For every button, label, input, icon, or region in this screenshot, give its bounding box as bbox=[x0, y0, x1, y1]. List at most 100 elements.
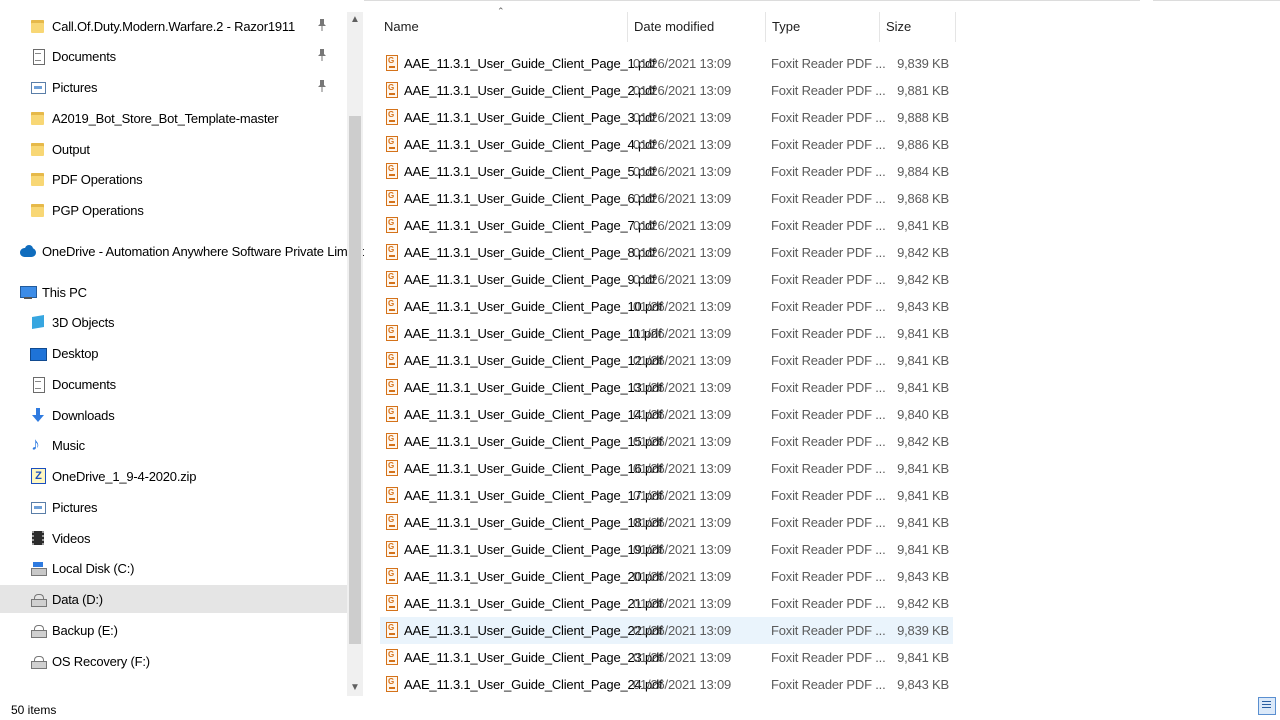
file-row[interactable]: AAE_11.3.1_User_Guide_Client_Page_8.pdf0… bbox=[380, 239, 953, 266]
file-size: 9,842 KB bbox=[897, 596, 949, 611]
nav-item-3[interactable]: A2019_Bot_Store_Bot_Template-master bbox=[0, 104, 347, 132]
file-size: 9,841 KB bbox=[897, 218, 949, 233]
nav-item-0[interactable]: Call.Of.Duty.Modern.Warfare.2 - Razor191… bbox=[0, 12, 347, 40]
nav-item-5[interactable]: PDF Operations bbox=[0, 165, 347, 193]
file-row[interactable]: AAE_11.3.1_User_Guide_Client_Page_18.pdf… bbox=[380, 509, 953, 536]
file-type: Foxit Reader PDF ... bbox=[771, 407, 886, 422]
file-date-modified: 01/26/2021 13:09 bbox=[633, 677, 732, 692]
file-type: Foxit Reader PDF ... bbox=[771, 191, 886, 206]
nav-item-7[interactable]: OneDrive - Automation Anywhere Software … bbox=[0, 237, 364, 265]
file-row[interactable]: AAE_11.3.1_User_Guide_Client_Page_14.pdf… bbox=[380, 401, 953, 428]
nav-item-label: Local Disk (C:) bbox=[52, 560, 135, 576]
file-row[interactable]: AAE_11.3.1_User_Guide_Client_Page_20.pdf… bbox=[380, 563, 953, 590]
file-row[interactable]: AAE_11.3.1_User_Guide_Client_Page_17.pdf… bbox=[380, 482, 953, 509]
column-header-date-label: Date modified bbox=[634, 19, 715, 34]
nav-item-label: OneDrive_1_9-4-2020.zip bbox=[52, 468, 197, 484]
nav-item-label: Output bbox=[52, 141, 90, 157]
scroll-up-icon[interactable]: ▲ bbox=[347, 12, 363, 28]
nav-item-15[interactable]: Pictures bbox=[0, 493, 347, 521]
column-header-size[interactable]: Size bbox=[880, 12, 956, 42]
column-header-type[interactable]: Type bbox=[766, 12, 880, 42]
pictures-icon bbox=[30, 499, 46, 515]
nav-item-label: This PC bbox=[42, 284, 87, 300]
nav-scrollbar[interactable]: ▲ ▼ bbox=[347, 12, 363, 696]
file-row[interactable]: AAE_11.3.1_User_Guide_Client_Page_10.pdf… bbox=[380, 293, 953, 320]
file-type: Foxit Reader PDF ... bbox=[771, 83, 886, 98]
nav-item-1[interactable]: Documents bbox=[0, 42, 347, 70]
pin-icon[interactable] bbox=[317, 49, 327, 64]
column-header-type-label: Type bbox=[772, 19, 801, 34]
file-row[interactable]: AAE_11.3.1_User_Guide_Client_Page_1.pdf0… bbox=[380, 50, 953, 77]
pdf-file-icon bbox=[386, 325, 398, 341]
nav-item-9[interactable]: 3D Objects bbox=[0, 308, 347, 336]
file-row[interactable]: AAE_11.3.1_User_Guide_Client_Page_11.pdf… bbox=[380, 320, 953, 347]
nav-item-2[interactable]: Pictures bbox=[0, 73, 347, 101]
file-name: AAE_11.3.1_User_Guide_Client_Page_12.pdf bbox=[404, 353, 663, 368]
nav-item-12[interactable]: Downloads bbox=[0, 401, 347, 429]
nav-item-19[interactable]: Backup (E:) bbox=[0, 616, 347, 644]
file-type: Foxit Reader PDF ... bbox=[771, 650, 886, 665]
file-date-modified: 01/26/2021 13:09 bbox=[633, 299, 732, 314]
nav-item-18[interactable]: Data (D:) bbox=[0, 585, 347, 613]
file-name: AAE_11.3.1_User_Guide_Client_Page_19.pdf bbox=[404, 542, 663, 557]
file-type: Foxit Reader PDF ... bbox=[771, 353, 886, 368]
file-row[interactable]: AAE_11.3.1_User_Guide_Client_Page_4.pdf0… bbox=[380, 131, 953, 158]
file-name: AAE_11.3.1_User_Guide_Client_Page_1.pdf bbox=[404, 56, 656, 71]
file-row[interactable]: AAE_11.3.1_User_Guide_Client_Page_19.pdf… bbox=[380, 536, 953, 563]
pin-icon[interactable] bbox=[317, 80, 327, 95]
local-disk-icon bbox=[30, 560, 47, 576]
nav-item-label: Backup (E:) bbox=[52, 622, 118, 638]
file-row[interactable]: AAE_11.3.1_User_Guide_Client_Page_6.pdf0… bbox=[380, 185, 953, 212]
file-date-modified: 01/26/2021 13:09 bbox=[633, 380, 732, 395]
3d-objects-icon bbox=[30, 314, 46, 330]
file-row[interactable]: AAE_11.3.1_User_Guide_Client_Page_2.pdf0… bbox=[380, 77, 953, 104]
scroll-down-icon[interactable]: ▼ bbox=[347, 680, 363, 696]
file-row[interactable]: AAE_11.3.1_User_Guide_Client_Page_23.pdf… bbox=[380, 644, 953, 671]
navigation-pane[interactable]: Call.Of.Duty.Modern.Warfare.2 - Razor191… bbox=[0, 0, 364, 700]
file-row[interactable]: AAE_11.3.1_User_Guide_Client_Page_22.pdf… bbox=[380, 617, 953, 644]
file-name: AAE_11.3.1_User_Guide_Client_Page_9.pdf bbox=[404, 272, 656, 287]
onedrive-icon bbox=[20, 243, 36, 259]
file-row[interactable]: AAE_11.3.1_User_Guide_Client_Page_12.pdf… bbox=[380, 347, 953, 374]
nav-item-13[interactable]: Music bbox=[0, 431, 347, 459]
pdf-file-icon bbox=[386, 487, 398, 503]
file-row[interactable]: AAE_11.3.1_User_Guide_Client_Page_5.pdf0… bbox=[380, 158, 953, 185]
file-size: 9,841 KB bbox=[897, 380, 949, 395]
file-row[interactable]: AAE_11.3.1_User_Guide_Client_Page_7.pdf0… bbox=[380, 212, 953, 239]
file-date-modified: 01/26/2021 13:09 bbox=[633, 56, 732, 71]
details-view-icon[interactable] bbox=[1258, 697, 1276, 715]
column-header-date[interactable]: Date modified bbox=[628, 12, 766, 42]
desktop-icon bbox=[30, 345, 47, 361]
nav-item-8[interactable]: This PC bbox=[0, 278, 347, 306]
file-row[interactable]: AAE_11.3.1_User_Guide_Client_Page_9.pdf0… bbox=[380, 266, 953, 293]
file-row[interactable]: AAE_11.3.1_User_Guide_Client_Page_16.pdf… bbox=[380, 455, 953, 482]
file-date-modified: 01/26/2021 13:09 bbox=[633, 110, 732, 125]
file-row[interactable]: AAE_11.3.1_User_Guide_Client_Page_15.pdf… bbox=[380, 428, 953, 455]
zip-icon bbox=[30, 468, 46, 484]
pdf-file-icon bbox=[386, 136, 398, 152]
nav-item-14[interactable]: OneDrive_1_9-4-2020.zip bbox=[0, 462, 347, 490]
nav-item-6[interactable]: PGP Operations bbox=[0, 196, 347, 224]
file-row[interactable]: AAE_11.3.1_User_Guide_Client_Page_13.pdf… bbox=[380, 374, 953, 401]
nav-item-label: Pictures bbox=[52, 499, 98, 515]
file-row[interactable]: AAE_11.3.1_User_Guide_Client_Page_3.pdf0… bbox=[380, 104, 953, 131]
nav-item-16[interactable]: Videos bbox=[0, 524, 347, 552]
pdf-file-icon bbox=[386, 622, 398, 638]
file-date-modified: 01/26/2021 13:09 bbox=[633, 542, 732, 557]
nav-item-label: Documents bbox=[52, 376, 116, 392]
file-row[interactable]: AAE_11.3.1_User_Guide_Client_Page_24.pdf… bbox=[380, 671, 953, 698]
nav-item-4[interactable]: Output bbox=[0, 135, 347, 163]
file-date-modified: 01/26/2021 13:09 bbox=[633, 623, 732, 638]
pdf-file-icon bbox=[386, 406, 398, 422]
file-name: AAE_11.3.1_User_Guide_Client_Page_16.pdf bbox=[404, 461, 663, 476]
sort-ascending-icon: ⌃ bbox=[497, 6, 505, 16]
nav-item-17[interactable]: Local Disk (C:) bbox=[0, 554, 347, 582]
nav-item-20[interactable]: OS Recovery (F:) bbox=[0, 647, 347, 675]
file-row[interactable]: AAE_11.3.1_User_Guide_Client_Page_21.pdf… bbox=[380, 590, 953, 617]
scroll-thumb[interactable] bbox=[349, 116, 361, 644]
pin-icon[interactable] bbox=[317, 19, 327, 34]
file-name: AAE_11.3.1_User_Guide_Client_Page_17.pdf bbox=[404, 488, 663, 503]
file-name: AAE_11.3.1_User_Guide_Client_Page_10.pdf bbox=[404, 299, 663, 314]
nav-item-10[interactable]: Desktop bbox=[0, 339, 347, 367]
nav-item-11[interactable]: Documents bbox=[0, 370, 347, 398]
